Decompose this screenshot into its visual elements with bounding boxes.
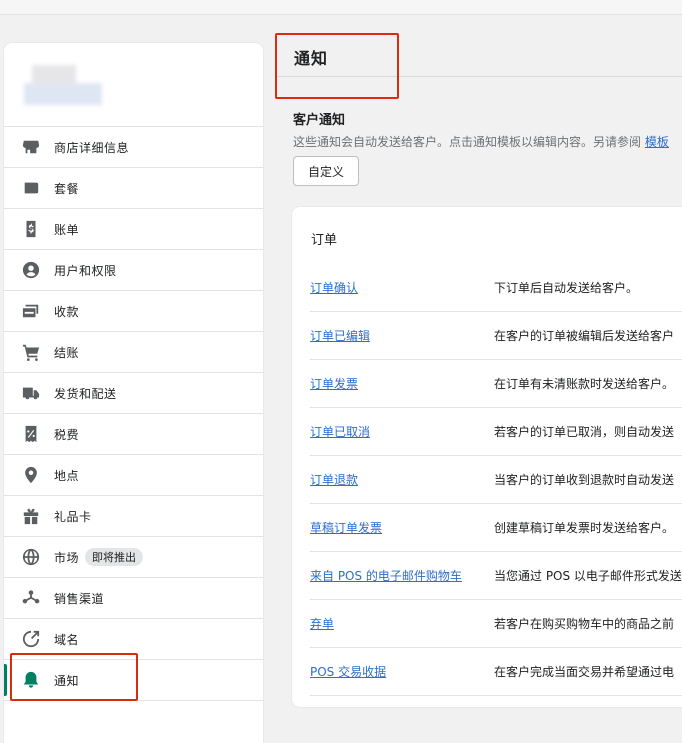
sidebar-item-label: 发货和配送 <box>54 386 117 401</box>
page-title: 通知 <box>294 49 329 68</box>
sidebar-item-label: 结账 <box>54 345 80 360</box>
cart-icon <box>21 342 41 362</box>
sidebar-item-store-details[interactable]: 商店详细信息 <box>4 127 263 168</box>
notification-description: 在客户完成当面交易并希望通过电 <box>494 664 675 679</box>
table-row: 弃单 若客户在购买购物车中的商品之前 <box>310 599 682 648</box>
sidebar-item-taxes[interactable]: 税费 <box>4 414 263 455</box>
notification-description: 在订单有未清账款时发送给客户。 <box>494 376 675 391</box>
sidebar-item-label: 税费 <box>54 427 80 442</box>
customize-button[interactable]: 自定义 <box>293 156 359 186</box>
sidebar-item-gift-cards[interactable]: 礼品卡 <box>4 496 263 537</box>
sidebar-item-label: 域名 <box>54 632 80 647</box>
billing-icon <box>21 219 41 239</box>
sidebar-item-checkout[interactable]: 结账 <box>4 332 263 373</box>
store-header <box>4 43 263 127</box>
sidebar-item-locations[interactable]: 地点 <box>4 455 263 496</box>
tax-icon <box>21 424 41 444</box>
orders-card: 订单 订单确认 下订单后自动发送给客户。 订单已编辑 在客户的订单被编辑后发送给… <box>292 207 682 707</box>
notification-link[interactable]: 来自 POS 的电子邮件购物车 <box>310 567 494 584</box>
sidebar-item-label: 通知 <box>54 673 80 688</box>
active-indicator <box>4 664 7 696</box>
notification-link[interactable]: POS 交易收据 <box>310 663 494 680</box>
notification-description: 创建草稿订单发票时发送给客户。 <box>494 520 675 535</box>
card-title: 订单 <box>311 233 338 248</box>
section-description-text: 这些通知会自动发送给客户。点击通知模板以编辑内容。另请参阅 <box>293 135 642 149</box>
notification-description: 若客户的订单已取消，则自动发送 <box>494 424 675 439</box>
templates-link[interactable]: 模板 <box>645 135 669 149</box>
sidebar-item-label: 商店详细信息 <box>54 140 130 155</box>
table-row: 订单退款 当客户的订单收到退款时自动发送 <box>310 455 682 504</box>
section-title: 客户通知 <box>293 113 346 128</box>
notification-description: 若客户在购买购物车中的商品之前 <box>494 616 675 631</box>
table-row: 订单已编辑 在客户的订单被编辑后发送给客户 <box>310 311 682 360</box>
notification-link[interactable]: 订单发票 <box>310 375 494 392</box>
top-bar <box>0 0 682 15</box>
sidebar-item-users[interactable]: 用户和权限 <box>4 250 263 291</box>
sidebar-item-label: 礼品卡 <box>54 509 92 524</box>
sidebar-item-label: 销售渠道 <box>54 591 105 606</box>
truck-icon <box>21 383 41 403</box>
section-description: 这些通知会自动发送给客户。点击通知模板以编辑内容。另请参阅 模板 <box>293 133 669 150</box>
sidebar-item-label: 账单 <box>54 222 80 237</box>
sidebar-item-domains[interactable]: 域名 <box>4 619 263 660</box>
notification-description: 当客户的订单收到退款时自动发送 <box>494 472 675 487</box>
notification-link[interactable]: 订单确认 <box>310 279 494 296</box>
sidebar-item-label: 套餐 <box>54 181 80 196</box>
domain-icon <box>21 629 41 649</box>
table-row: 订单发票 在订单有未清账款时发送给客户。 <box>310 359 682 408</box>
payments-icon <box>21 301 41 321</box>
gift-icon <box>21 506 41 526</box>
notification-link[interactable]: 订单已取消 <box>310 423 494 440</box>
location-icon <box>21 465 41 485</box>
sidebar-item-plan[interactable]: 套餐 <box>4 168 263 209</box>
store-logo-blurred <box>24 61 102 113</box>
sidebar-item-notifications[interactable]: 通知 <box>4 660 263 701</box>
notification-link[interactable]: 订单已编辑 <box>310 327 494 344</box>
user-icon <box>21 260 41 280</box>
sidebar-item-shipping[interactable]: 发货和配送 <box>4 373 263 414</box>
notification-link[interactable]: 草稿订单发票 <box>310 519 494 536</box>
notification-description: 在客户的订单被编辑后发送给客户 <box>494 328 675 343</box>
notification-link[interactable]: 弃单 <box>310 615 494 632</box>
table-row: 草稿订单发票 创建草稿订单发票时发送给客户。 <box>310 503 682 552</box>
notification-description: 下订单后自动发送给客户。 <box>494 280 639 295</box>
table-row: POS 交易收据 在客户完成当面交易并希望通过电 <box>310 647 682 696</box>
table-row: 订单确认 下订单后自动发送给客户。 <box>310 263 682 312</box>
sidebar-item-label: 收款 <box>54 304 80 319</box>
sidebar-item-billing[interactable]: 账单 <box>4 209 263 250</box>
channels-icon <box>21 588 41 608</box>
sidebar-item-label: 用户和权限 <box>54 263 117 278</box>
sidebar-item-markets[interactable]: 市场 即将推出 <box>4 537 263 578</box>
sidebar-item-label: 地点 <box>54 468 80 483</box>
settings-sidebar: 商店详细信息 套餐 账单 用户和权限 收款 结账 发货和配送 税费 地点 礼品卡… <box>4 43 263 743</box>
sidebar-item-sales-channels[interactable]: 销售渠道 <box>4 578 263 619</box>
bell-icon <box>21 670 41 690</box>
sidebar-item-payments[interactable]: 收款 <box>4 291 263 332</box>
store-icon <box>21 137 41 157</box>
globe-icon <box>21 547 41 567</box>
coming-soon-badge: 即将推出 <box>85 548 144 566</box>
notification-link[interactable]: 订单退款 <box>310 471 494 488</box>
sidebar-item-label: 市场 <box>54 550 80 565</box>
table-row: 订单已取消 若客户的订单已取消，则自动发送 <box>310 407 682 456</box>
notification-description: 当您通过 POS 以电子邮件形式发送 <box>494 568 682 583</box>
plan-icon <box>21 178 41 198</box>
title-divider <box>276 76 682 77</box>
table-row: 来自 POS 的电子邮件购物车 当您通过 POS 以电子邮件形式发送 <box>310 551 682 600</box>
